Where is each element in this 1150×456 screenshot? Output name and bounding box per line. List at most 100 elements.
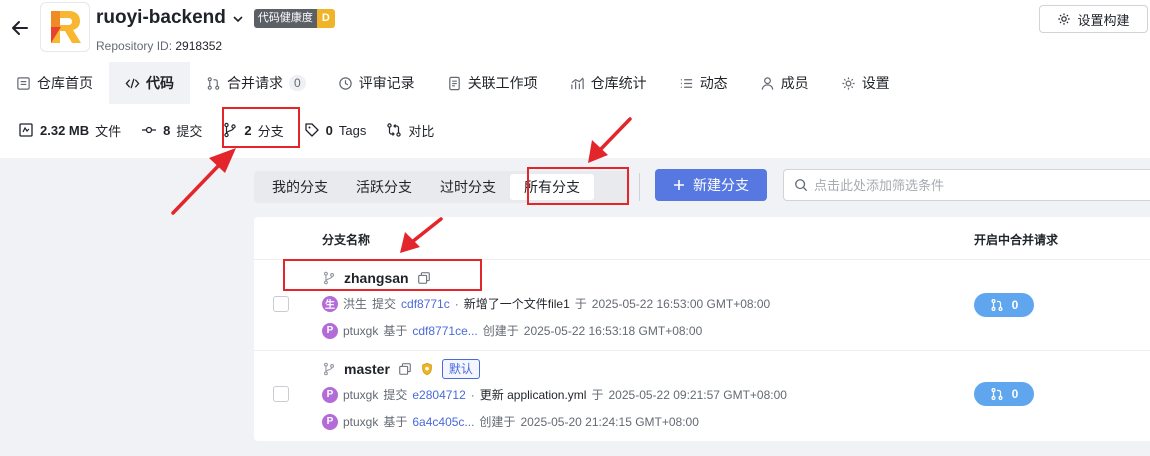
toolbar-divider bbox=[639, 173, 640, 201]
health-label: 代码健康度 bbox=[253, 8, 317, 28]
open-mr-count: 0 bbox=[1011, 298, 1019, 312]
branch-name-cell: master 默认 bbox=[322, 359, 480, 379]
default-branch-tag: 默认 bbox=[441, 359, 480, 379]
open-mr-button[interactable]: 0 bbox=[974, 382, 1034, 406]
branch-created-line: P ptuxgk 基于 6a4c405c... 创建于 2025-05-20 2… bbox=[322, 413, 699, 430]
tab-home[interactable]: 仓库首页 bbox=[0, 62, 109, 104]
tab-home-label: 仓库首页 bbox=[37, 75, 93, 91]
open-mr-button[interactable]: 0 bbox=[974, 293, 1034, 317]
repo-header: ruoyi-backend 代码健康度 D Repository ID: 291… bbox=[0, 0, 1150, 158]
copy-icon[interactable] bbox=[398, 362, 412, 376]
stat-branches-value: 2 bbox=[244, 122, 252, 138]
repo-tabs: 仓库首页 代码 合并请求 0 评审记录 关联工作项 仓库统计 动态 成员 设置 bbox=[0, 62, 906, 104]
tab-settings[interactable]: 设置 bbox=[825, 62, 906, 104]
filter-my-branches[interactable]: 我的分支 bbox=[258, 174, 342, 200]
repo-id: Repository ID: 2918352 bbox=[96, 39, 222, 53]
created-time-prefix: 创建于 bbox=[479, 415, 516, 429]
health-badge[interactable]: 代码健康度 D bbox=[253, 8, 335, 28]
build-settings-label: 设置构建 bbox=[1077, 12, 1130, 28]
tab-code[interactable]: 代码 bbox=[109, 62, 190, 104]
created-time: 2025-05-20 21:24:15 GMT+08:00 bbox=[520, 414, 699, 429]
tab-reviews-label: 评审记录 bbox=[358, 75, 415, 91]
table-row: zhangsan 生 洪生 提交 cdf8771c · 新增了一个文件file1… bbox=[254, 259, 1150, 350]
filter-stale-branches[interactable]: 过时分支 bbox=[426, 174, 510, 200]
commit-message: 新增了一个文件file1 bbox=[463, 297, 570, 311]
search-icon bbox=[795, 179, 808, 192]
branch-search[interactable] bbox=[783, 169, 1150, 201]
branch-icon bbox=[224, 122, 237, 138]
tab-settings-label: 设置 bbox=[861, 75, 890, 91]
stat-tags-value: 0 bbox=[325, 122, 333, 138]
stat-files-value: 2.32 MB bbox=[40, 122, 90, 138]
separator-dot: · bbox=[470, 387, 475, 402]
stat-compare[interactable]: 对比 bbox=[376, 113, 444, 147]
stat-tags[interactable]: 0 Tags bbox=[294, 113, 377, 147]
avatar: 生 bbox=[322, 295, 338, 312]
workitem-icon bbox=[448, 76, 460, 90]
copy-icon[interactable] bbox=[417, 271, 431, 285]
tab-members[interactable]: 成员 bbox=[744, 62, 825, 104]
row-checkbox[interactable] bbox=[273, 386, 289, 402]
repo-name[interactable]: ruoyi-backend bbox=[96, 7, 226, 29]
filter-all-branches[interactable]: 所有分支 bbox=[510, 174, 594, 200]
stat-commits-value: 8 bbox=[163, 122, 171, 138]
merge-request-icon bbox=[991, 388, 1003, 400]
created-time-prefix: 创建于 bbox=[482, 324, 519, 338]
tab-activity[interactable]: 动态 bbox=[663, 62, 744, 104]
review-icon bbox=[338, 76, 352, 90]
branch-name[interactable]: master bbox=[344, 361, 390, 377]
tab-code-label: 代码 bbox=[146, 75, 174, 91]
repo-id-value: 2918352 bbox=[175, 39, 223, 53]
stat-files-label: 文件 bbox=[95, 123, 122, 139]
file-size-icon bbox=[19, 123, 33, 137]
branch-name[interactable]: zhangsan bbox=[344, 270, 409, 286]
chevron-down-icon[interactable] bbox=[232, 13, 244, 25]
filter-active-branches[interactable]: 活跃分支 bbox=[342, 174, 426, 200]
branch-table: 分支名称 开启中合并请求 zhangsan 生 洪生 提交 cdf8771c ·… bbox=[254, 217, 1150, 441]
stat-branches[interactable]: 2 分支 bbox=[212, 113, 293, 147]
branch-icon bbox=[324, 271, 334, 285]
base-sha-link[interactable]: cdf8771ce... bbox=[412, 324, 477, 338]
branch-icon bbox=[324, 362, 334, 376]
user-icon bbox=[761, 76, 773, 90]
commit-author: ptuxgk bbox=[343, 387, 379, 402]
tab-merge-requests-label: 合并请求 bbox=[227, 75, 283, 91]
commit-time-prefix: 于 bbox=[591, 388, 604, 402]
commit-sha-link[interactable]: cdf8771c bbox=[401, 297, 450, 311]
tab-statistics-label: 仓库统计 bbox=[590, 75, 647, 91]
created-time: 2025-05-22 16:53:18 GMT+08:00 bbox=[523, 323, 703, 338]
stat-commits[interactable]: 8 提交 bbox=[131, 113, 212, 147]
commit-verb: 提交 bbox=[372, 297, 397, 311]
repo-stats: 2.32 MB 文件 8 提交 2 分支 0 Tags 对比 bbox=[0, 108, 444, 152]
search-input[interactable] bbox=[814, 177, 1134, 193]
tab-reviews[interactable]: 评审记录 bbox=[322, 62, 431, 104]
creator-name: ptuxgk bbox=[343, 414, 379, 429]
commit-message: 更新 application.yml bbox=[479, 388, 587, 402]
avatar: P bbox=[322, 322, 338, 339]
tab-merge-requests[interactable]: 合并请求 0 bbox=[190, 62, 322, 104]
compare-icon bbox=[387, 123, 402, 137]
build-settings-button[interactable]: 设置构建 bbox=[1039, 5, 1148, 33]
tab-workitems[interactable]: 关联工作项 bbox=[431, 62, 554, 104]
new-branch-button[interactable]: 新建分支 bbox=[655, 169, 767, 201]
commit-sha-link[interactable]: e2804712 bbox=[412, 388, 465, 402]
commit-time: 2025-05-22 16:53:00 GMT+08:00 bbox=[591, 296, 771, 311]
open-mr-count: 0 bbox=[1011, 387, 1019, 401]
new-branch-label: 新建分支 bbox=[693, 177, 749, 193]
created-verb: 基于 bbox=[383, 415, 408, 429]
gear-icon bbox=[1058, 13, 1071, 25]
separator-dot: · bbox=[454, 296, 459, 311]
health-grade: D bbox=[316, 8, 335, 28]
commit-time: 2025-05-22 09:21:57 GMT+08:00 bbox=[608, 387, 787, 402]
branch-filter-tabs: 我的分支 活跃分支 过时分支 所有分支 bbox=[254, 171, 630, 203]
tab-statistics[interactable]: 仓库统计 bbox=[554, 62, 663, 104]
back-arrow-icon[interactable] bbox=[10, 18, 30, 38]
row-checkbox[interactable] bbox=[273, 296, 289, 312]
tab-workitems-label: 关联工作项 bbox=[467, 75, 538, 91]
base-sha-link[interactable]: 6a4c405c... bbox=[412, 415, 474, 429]
branch-name-cell: zhangsan bbox=[322, 270, 431, 286]
gear-icon bbox=[842, 76, 855, 90]
created-verb: 基于 bbox=[383, 324, 408, 338]
stat-files[interactable]: 2.32 MB 文件 bbox=[0, 113, 131, 147]
repo-id-label: Repository ID: bbox=[96, 39, 173, 53]
